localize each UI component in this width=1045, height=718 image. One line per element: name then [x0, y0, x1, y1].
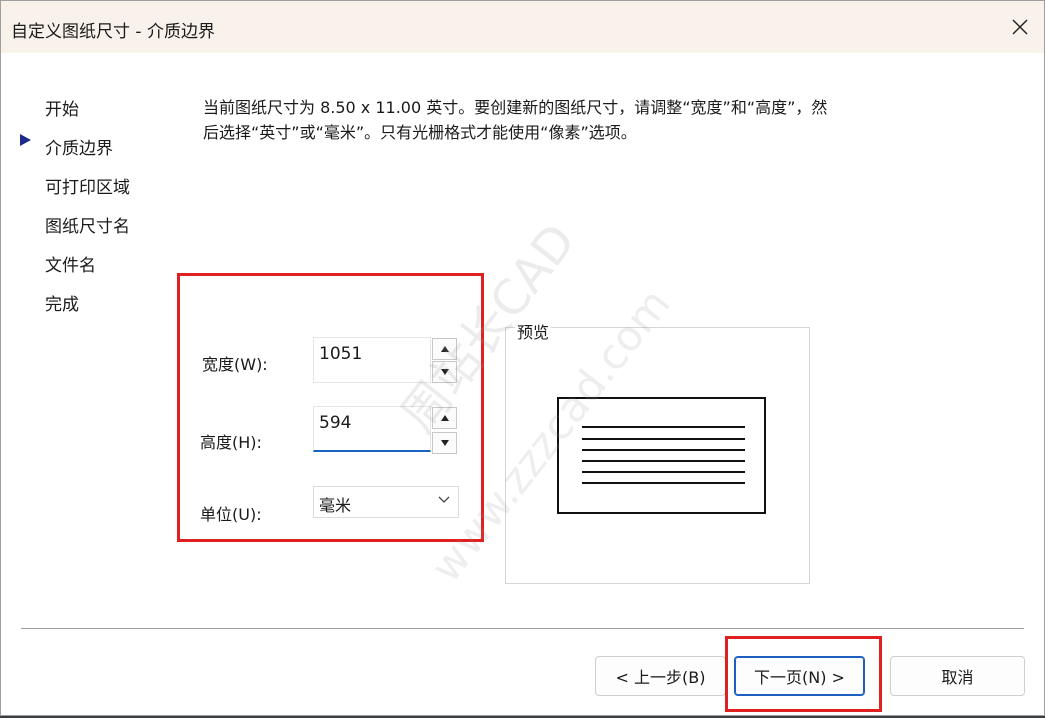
close-icon	[1012, 19, 1028, 35]
step-finish: 完成	[45, 295, 79, 315]
dialog-window: 自定义图纸尺寸 - 介质边界 开始 介质边界 可打印区域 图纸尺寸名 文件名 完…	[0, 0, 1045, 716]
preview-line	[582, 460, 745, 462]
highlight-box-fields	[177, 273, 484, 542]
preview-line	[582, 449, 745, 451]
step-start: 开始	[45, 100, 79, 120]
back-button[interactable]: < 上一步(B)	[595, 656, 726, 696]
window-title: 自定义图纸尺寸 - 介质边界	[11, 22, 215, 42]
step-file-name: 文件名	[45, 256, 96, 276]
highlight-box-next	[725, 636, 882, 712]
step-printable-area: 可打印区域	[45, 178, 130, 198]
preview-label: 预览	[515, 319, 552, 343]
current-step-arrow-icon	[20, 134, 31, 146]
cancel-button[interactable]: 取消	[890, 656, 1025, 696]
step-paper-size-name: 图纸尺寸名	[45, 217, 130, 237]
preview-paper	[557, 397, 766, 514]
step-media-bounds: 介质边界	[45, 139, 113, 159]
preview-line	[582, 438, 745, 440]
footer-separator	[21, 628, 1024, 629]
description-text: 当前图纸尺寸为 8.50 x 11.00 英寸。要创建新的图纸尺寸，请调整“宽度…	[203, 98, 828, 142]
preview-line	[582, 426, 745, 428]
close-button[interactable]	[1004, 11, 1036, 43]
preview-line	[582, 471, 745, 473]
preview-line	[582, 482, 745, 484]
title-bar: 自定义图纸尺寸 - 介质边界	[1, 1, 1044, 53]
